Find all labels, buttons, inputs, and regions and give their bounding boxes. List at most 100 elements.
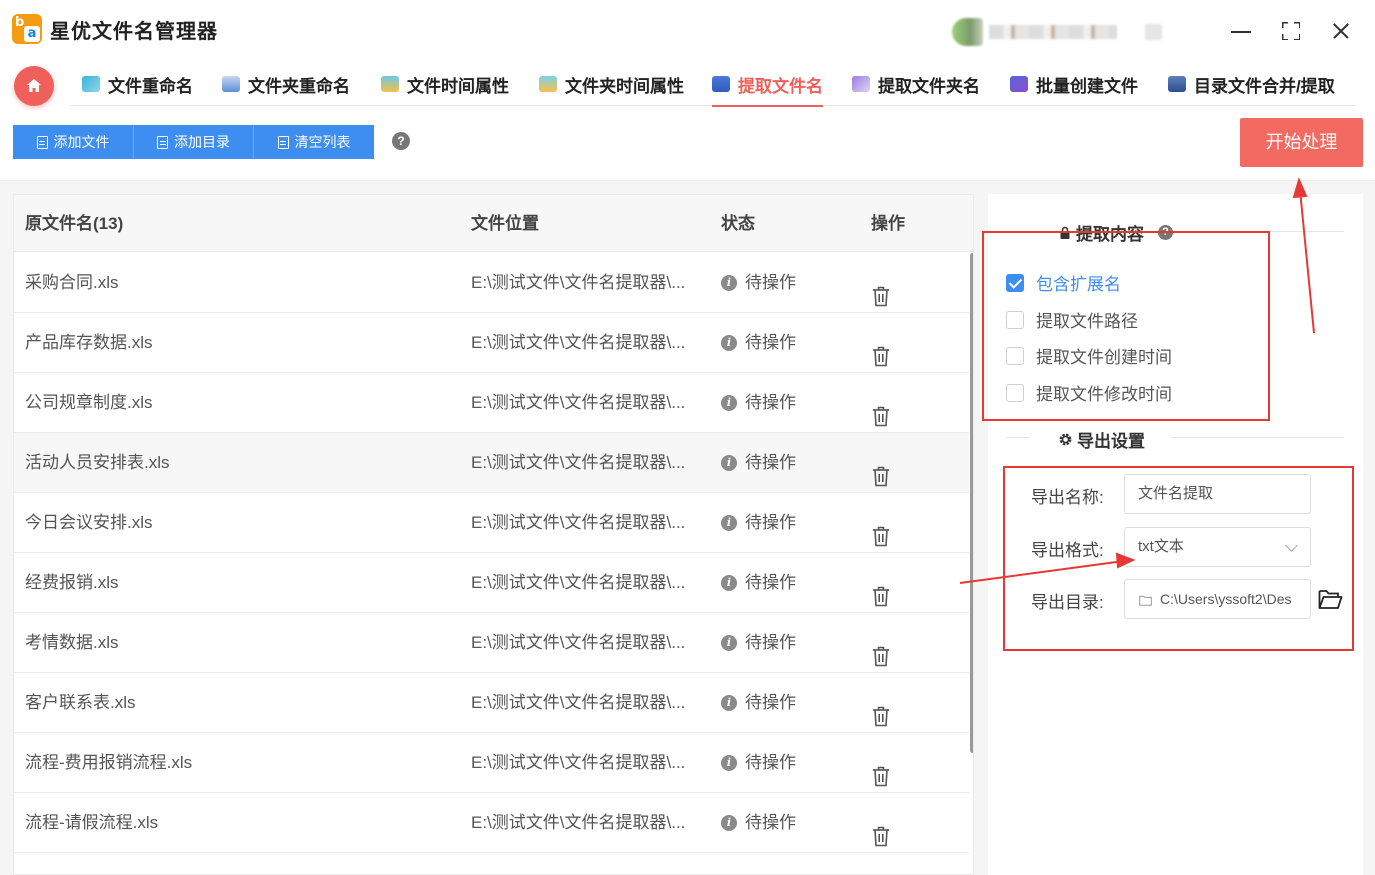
header-path[interactable]: 文件位置: [471, 195, 539, 252]
table-row[interactable]: 采购合同.xls E:\测试文件\文件名提取器\... i 待操作: [14, 253, 969, 313]
table-row[interactable]: 活动人员安排表.xls E:\测试文件\文件名提取器\... i 待操作: [14, 433, 969, 493]
delete-trash-icon[interactable]: [872, 512, 890, 547]
file-path: E:\测试文件\文件名提取器\...: [471, 453, 686, 472]
user-extra-blurred: [1144, 24, 1162, 40]
header-op: 操作: [871, 214, 905, 233]
user-name-blurred: [988, 25, 1117, 39]
file-name: 客户联系表.xls: [25, 693, 136, 712]
help-icon[interactable]: ?: [392, 132, 410, 150]
table-row[interactable]: 考情数据.xls E:\测试文件\文件名提取器\... i 待操作: [14, 613, 969, 673]
file-path: E:\测试文件\文件名提取器\...: [471, 813, 686, 832]
file-path: E:\测试文件\文件名提取器\...: [471, 693, 686, 712]
tab-folder-time[interactable]: 文件夹时间属性: [539, 62, 684, 106]
app-title: 星优文件名管理器: [50, 21, 218, 43]
table-row[interactable]: 经费报销.xls E:\测试文件\文件名提取器\... i 待操作: [14, 553, 969, 613]
file-name: 产品库存数据.xls: [25, 333, 153, 352]
file-path: E:\测试文件\文件名提取器\...: [471, 753, 686, 772]
annotation-box-extract: [982, 231, 1270, 421]
delete-trash-icon[interactable]: [872, 572, 890, 607]
file-status: i 待操作: [721, 433, 796, 493]
nav-tabs: 文件重命名 文件夹重命名 文件时间属性 文件夹时间属性 提取文件名 提取文件夹名…: [70, 62, 1356, 107]
info-icon: i: [721, 515, 737, 531]
rename-file-icon: [82, 76, 100, 92]
close-button[interactable]: [1326, 16, 1356, 46]
start-process-button[interactable]: 开始处理: [1240, 118, 1363, 167]
user-account-blurred[interactable]: [952, 18, 1162, 46]
file-icon: [36, 135, 48, 149]
file-status: i 待操作: [721, 673, 796, 733]
file-name: 采购合同.xls: [25, 273, 119, 292]
tab-extract-filename[interactable]: 提取文件名: [712, 62, 823, 107]
delete-trash-icon[interactable]: [872, 392, 890, 427]
delete-trash-icon[interactable]: [872, 332, 890, 367]
file-icon: [157, 135, 168, 149]
tab-rename-folder[interactable]: 文件夹重命名: [222, 62, 350, 106]
title-bar: ba 星优文件名管理器: [0, 0, 1375, 60]
table-row[interactable]: 今日会议安排.xls E:\测试文件\文件名提取器\... i 待操作: [14, 493, 969, 553]
rename-folder-icon: [222, 76, 240, 92]
home-button[interactable]: [14, 66, 54, 106]
tab-rename-file[interactable]: 文件重命名: [82, 62, 193, 106]
file-status: i 待操作: [721, 553, 796, 613]
info-icon: i: [721, 815, 737, 831]
file-table: 原文件名(13) 文件位置 状态 操作 采购合同.xls E:\测试文件\文件名提…: [13, 194, 974, 875]
folder-time-icon: [539, 76, 557, 92]
clear-list-button[interactable]: 清空列表: [254, 125, 374, 159]
info-icon: i: [721, 455, 737, 471]
table-row[interactable]: 客户联系表.xls E:\测试文件\文件名提取器\... i 待操作: [14, 673, 969, 733]
file-status: i 待操作: [721, 793, 796, 853]
table-row[interactable]: 流程-请假流程.xls E:\测试文件\文件名提取器\... i 待操作: [14, 793, 969, 853]
header-name[interactable]: 原文件名(13): [25, 195, 123, 252]
tab-batch-create[interactable]: 批量创建文件: [1010, 62, 1138, 106]
extract-filename-icon: [712, 76, 730, 92]
table-scrollbar[interactable]: [970, 253, 973, 753]
file-name: 流程-请假流程.xls: [25, 813, 159, 832]
gear-icon: [1059, 433, 1072, 446]
maximize-button[interactable]: [1276, 16, 1306, 46]
file-path: E:\测试文件\文件名提取器\...: [471, 333, 686, 352]
divider: [1172, 437, 1344, 438]
delete-trash-icon[interactable]: [872, 452, 890, 487]
file-name: 经费报销.xls: [25, 573, 119, 592]
delete-trash-icon[interactable]: [872, 692, 890, 727]
file-status: i 待操作: [721, 733, 796, 793]
export-settings-title: 导出设置: [1058, 427, 1145, 452]
table-row[interactable]: 流程-费用报销流程.xls E:\测试文件\文件名提取器\... i 待操作: [14, 733, 969, 793]
info-icon: i: [721, 755, 737, 771]
info-icon: i: [721, 335, 737, 351]
minimize-button[interactable]: [1226, 16, 1256, 46]
file-name: 考情数据.xls: [25, 633, 119, 652]
file-status: i 待操作: [721, 613, 796, 673]
annotation-box-export: [1003, 466, 1354, 651]
table-row[interactable]: 公司规章制度.xls E:\测试文件\文件名提取器\... i 待操作: [14, 373, 969, 433]
file-path: E:\测试文件\文件名提取器\...: [471, 393, 686, 412]
file-status: i 待操作: [721, 373, 796, 433]
file-name: 活动人员安排表.xls: [25, 453, 170, 472]
app-logo-icon: ba: [12, 14, 42, 44]
file-path: E:\测试文件\文件名提取器\...: [471, 513, 686, 532]
tab-extract-foldername[interactable]: 提取文件夹名: [852, 62, 980, 106]
add-directory-button[interactable]: 添加目录: [134, 125, 254, 159]
merge-extract-icon: [1168, 76, 1186, 92]
file-path: E:\测试文件\文件名提取器\...: [471, 633, 686, 652]
divider: [1006, 437, 1030, 438]
extract-foldername-icon: [852, 76, 870, 92]
file-status: i 待操作: [721, 493, 796, 553]
delete-trash-icon[interactable]: [872, 812, 890, 847]
info-icon: i: [721, 575, 737, 591]
batch-create-icon: [1010, 76, 1028, 92]
info-icon: i: [721, 635, 737, 651]
table-header: 原文件名(13) 文件位置 状态 操作: [14, 195, 973, 252]
tab-merge-extract[interactable]: 目录文件合并/提取: [1168, 62, 1335, 106]
tab-file-time[interactable]: 文件时间属性: [381, 62, 509, 106]
delete-trash-icon[interactable]: [872, 632, 890, 667]
trash-icon: [277, 135, 289, 149]
header-status[interactable]: 状态: [721, 195, 755, 252]
table-row-partial[interactable]: [14, 853, 969, 874]
delete-trash-icon[interactable]: [872, 272, 890, 307]
avatar[interactable]: [952, 18, 983, 46]
table-row[interactable]: 产品库存数据.xls E:\测试文件\文件名提取器\... i 待操作: [14, 313, 969, 373]
add-file-button[interactable]: 添加文件: [13, 125, 134, 159]
delete-trash-icon[interactable]: [872, 752, 890, 787]
home-icon: [27, 79, 41, 92]
